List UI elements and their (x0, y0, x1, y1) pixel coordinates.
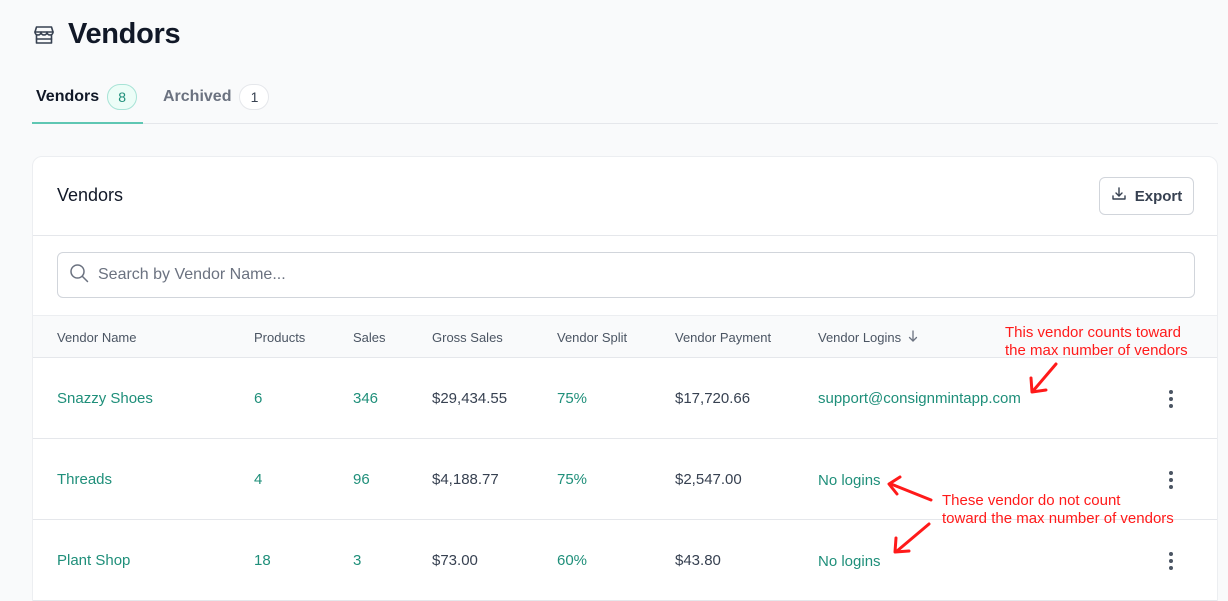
annotation-arrow (895, 522, 931, 553)
annotation-arrow (1031, 362, 1058, 393)
annotation-arrows (887, 362, 1058, 554)
